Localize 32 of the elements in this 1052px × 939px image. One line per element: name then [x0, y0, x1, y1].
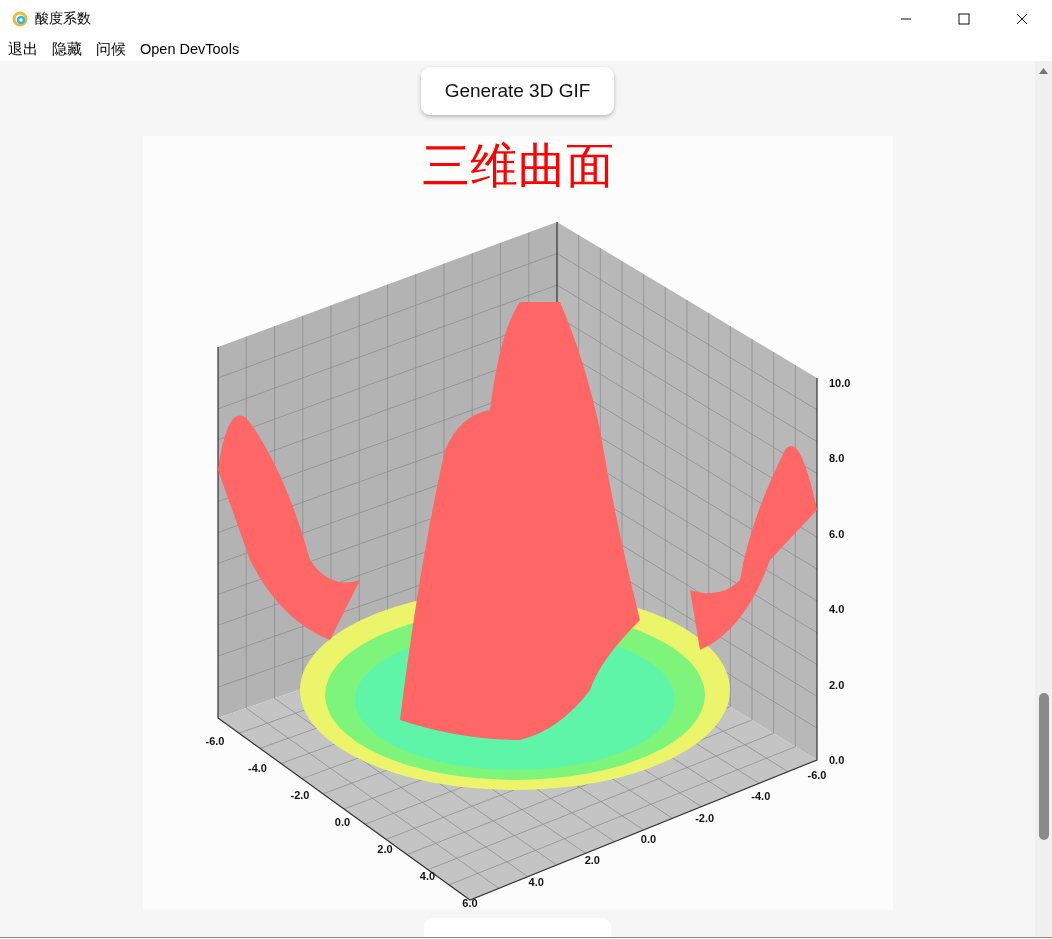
- menu-item[interactable]: 退出: [8, 39, 38, 59]
- axis-tick-label: 2.0: [828, 678, 844, 691]
- axis-tick-label: -2.0: [290, 789, 309, 801]
- axis-tick-label: -4.0: [750, 790, 770, 803]
- axis-tick-label: -2.0: [694, 811, 714, 824]
- axis-tick-label: 4.0: [419, 870, 435, 882]
- axis-tick-label: -4.0: [247, 762, 267, 774]
- menu-item[interactable]: 隐藏: [52, 39, 82, 59]
- close-icon[interactable]: [1016, 12, 1028, 25]
- generate-gif-button[interactable]: Generate 3D GIF: [420, 67, 615, 115]
- menu-item[interactable]: 问候: [96, 39, 126, 59]
- plot-title: 三维曲面: [421, 138, 614, 194]
- scrollbar[interactable]: [1035, 61, 1052, 937]
- axis-tick-label: -6.0: [807, 769, 826, 781]
- axis-tick-label: 0.0: [334, 816, 350, 828]
- scroll-up-icon[interactable]: [1039, 68, 1048, 74]
- axis-tick-label: 8.0: [828, 452, 844, 465]
- axis-tick-label: -6.0: [205, 735, 224, 747]
- axis-tick-label: 10.0: [828, 377, 850, 389]
- axis-tick-label: 4.0: [828, 603, 844, 616]
- axis-tick-label: 6.0: [461, 897, 478, 909]
- axis-tick-label: 0.0: [640, 833, 656, 845]
- axis-tick-label: 0.0: [828, 754, 844, 766]
- menu-item[interactable]: Open DevTools: [140, 41, 240, 57]
- axis-tick-label: 6.0: [828, 527, 844, 540]
- app-logo-icon: [12, 10, 28, 27]
- window-title: 酸度系数: [35, 9, 91, 28]
- axis-tick-label: 4.0: [528, 875, 544, 888]
- maximize-icon[interactable]: [958, 12, 970, 25]
- scrollbar-thumb[interactable]: [1039, 693, 1049, 840]
- axis-tick-label: 2.0: [584, 854, 600, 867]
- axis-tick-label: 2.0: [376, 843, 393, 855]
